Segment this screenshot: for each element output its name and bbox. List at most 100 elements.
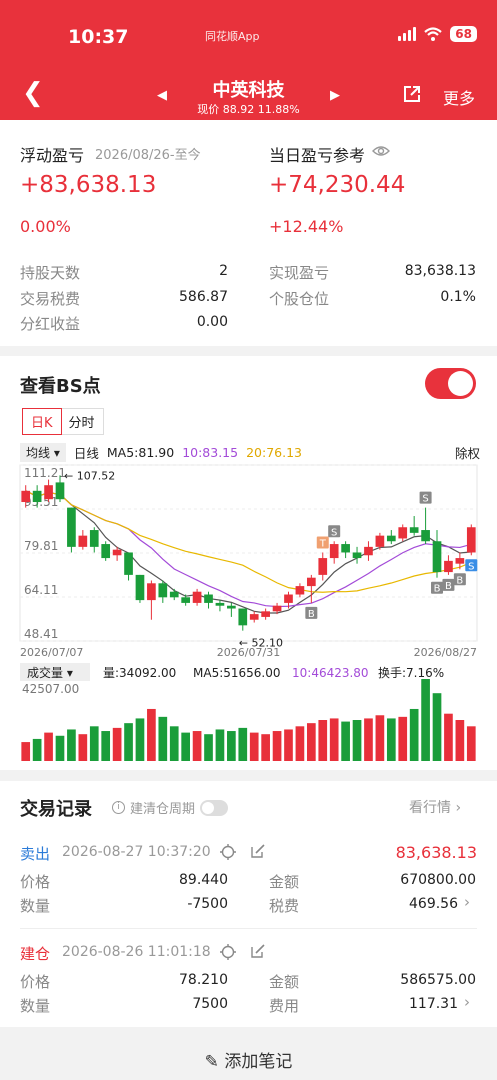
volume-bar	[89, 726, 99, 761]
locate-icon[interactable]	[219, 843, 237, 861]
volume-bar	[44, 732, 53, 761]
share-icon[interactable]	[402, 84, 422, 104]
volume-bar	[32, 738, 42, 761]
candle	[147, 583, 156, 601]
candle	[398, 527, 408, 539]
hold-days-label: 持股天数	[20, 264, 81, 282]
tab-time-share[interactable]: 分时	[61, 409, 103, 434]
status-icons: 68	[398, 26, 477, 42]
y-tick-label: 48.41	[24, 627, 58, 641]
add-note-label: 添加笔记	[224, 1052, 293, 1072]
app-header: 10:37 同花顺App 68 ❮ ◀ 中英科技 现价 88.92 11.88%…	[0, 0, 497, 120]
adjust-label[interactable]: 除权	[455, 443, 480, 462]
view-quote-link[interactable]: 看行情 ›	[409, 797, 461, 817]
volume-bar	[364, 718, 373, 761]
volume-bar	[21, 742, 31, 761]
candle	[67, 507, 76, 547]
volume-bar	[101, 731, 111, 761]
candle	[89, 530, 99, 547]
edit-icon[interactable]	[250, 843, 266, 859]
trade-type: 建仓	[20, 945, 51, 963]
candlestick-chart[interactable]: 111.2195.5179.8164.1148.41← 107.52← 52.1…	[0, 463, 497, 763]
clear-cycle-label: 建清仓周期	[130, 802, 196, 817]
volume-bar	[398, 716, 408, 761]
battery-icon: 68	[450, 26, 477, 42]
trade-time: 2026-08-26 11:01:18	[62, 944, 211, 960]
volume-bar	[215, 729, 225, 761]
divider	[20, 928, 477, 929]
eye-icon[interactable]	[372, 144, 390, 158]
realized-pnl-label: 实现盈亏	[269, 264, 330, 282]
ma-selector[interactable]: 均线 ▾	[20, 442, 66, 462]
bs-toggle[interactable]	[425, 368, 476, 399]
candle	[432, 541, 442, 573]
volume-bar	[318, 720, 328, 761]
x-tick-label: 2026/07/31	[217, 646, 280, 659]
candle	[78, 535, 88, 547]
candle	[192, 591, 202, 603]
candle	[181, 597, 191, 603]
hold-days-value: 2	[219, 263, 228, 279]
volume-bar	[466, 726, 476, 761]
vol-axis-label: 42507.00	[22, 682, 79, 696]
y-tick-label: 79.81	[24, 539, 58, 553]
chevron-right-icon[interactable]: ›	[464, 993, 470, 1011]
volume-bar	[375, 715, 385, 761]
volume-bar	[295, 726, 305, 761]
bs-marker-label: B	[434, 584, 441, 595]
daily-pnl-value: +74,230.44	[269, 172, 406, 198]
info-icon: i	[112, 801, 125, 814]
status-app-name: 同花顺App	[205, 30, 260, 43]
bs-title: 查看BS点	[20, 376, 101, 397]
clear-cycle-toggle[interactable]	[200, 799, 229, 816]
chevron-right-icon[interactable]: ›	[464, 893, 470, 911]
amount-value: 586575.00	[400, 972, 476, 988]
position-ratio-label: 个股仓位	[269, 290, 330, 308]
status-time: 10:37	[68, 26, 129, 48]
turnover-label: 换手:7.16%	[378, 666, 444, 680]
stock-title: 中英科技	[212, 80, 285, 101]
volume-bar	[306, 723, 316, 761]
candle	[21, 490, 31, 503]
edit-icon: ✎	[204, 1052, 219, 1072]
candle	[238, 608, 248, 626]
candle	[227, 605, 236, 609]
edit-icon[interactable]	[250, 943, 266, 959]
candle	[455, 558, 465, 564]
bs-marker-label: S	[331, 527, 337, 538]
volume-bar	[135, 718, 145, 761]
chart-tabs: 日K 分时	[22, 408, 104, 435]
tax-value: 469.56	[409, 896, 458, 912]
ma10-line	[25, 490, 472, 608]
amount-label: 金额	[269, 973, 300, 991]
tax-label: 税费	[269, 897, 300, 915]
more-button[interactable]: 更多	[443, 85, 475, 109]
amount-value: 670800.00	[400, 872, 476, 888]
candle	[101, 544, 111, 559]
candle	[306, 577, 316, 587]
volume-bar	[192, 731, 202, 761]
bs-marker-label: T	[319, 538, 327, 549]
volume-bar	[147, 708, 156, 761]
tab-day-k[interactable]: 日K	[22, 408, 62, 435]
volume-bar	[284, 729, 293, 761]
volume-bar	[329, 718, 339, 761]
volume-bar	[124, 723, 133, 761]
price-value: 78.210	[179, 972, 228, 988]
trades-title: 交易记录	[20, 799, 92, 820]
quantity-value: 7500	[192, 996, 228, 1012]
candle	[444, 560, 453, 573]
next-stock-button[interactable]: ▶	[330, 88, 340, 103]
dividend-label: 分红收益	[20, 315, 81, 333]
ma20-label: 20:76.13	[246, 444, 302, 460]
amount-label: 金额	[269, 873, 300, 891]
candle	[375, 535, 385, 547]
clear-cycle[interactable]: i 建清仓周期	[112, 798, 229, 817]
locate-icon[interactable]	[219, 943, 237, 961]
candle	[215, 602, 225, 606]
y-tick-label: 64.11	[24, 583, 58, 597]
dividend-value: 0.00	[196, 314, 228, 330]
volume-bar	[238, 727, 248, 761]
add-note-button[interactable]: ✎ 添加笔记	[0, 1037, 497, 1080]
volume-bar	[421, 679, 430, 761]
